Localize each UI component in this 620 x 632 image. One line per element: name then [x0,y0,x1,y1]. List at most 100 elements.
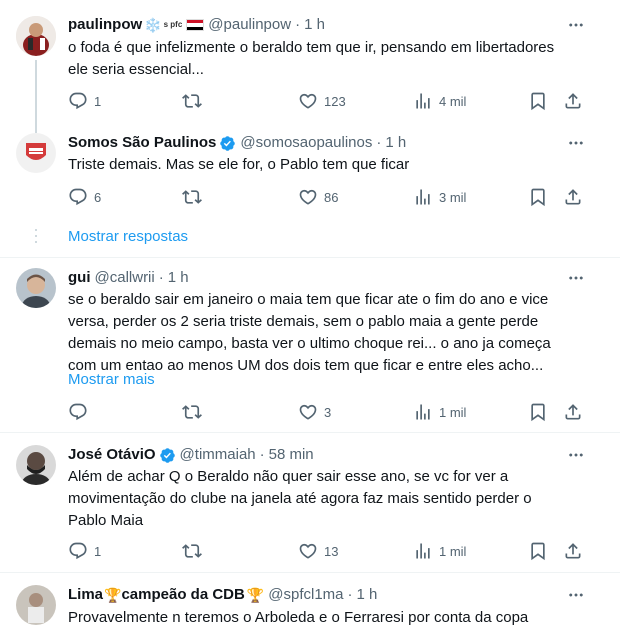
share-icon [563,187,583,207]
like-button[interactable]: 86 [298,185,338,209]
name-suffix: s pfc [163,20,183,29]
bookmark-button[interactable] [528,400,548,424]
views-icon [413,402,433,422]
tweet-actions: 6 86 3 mil [60,185,590,209]
view-count: 1 mil [439,543,467,559]
reply-button[interactable] [68,400,88,424]
tweet-3[interactable]: gui @callwrii · 1 h se o beraldo sair em… [0,258,620,432]
author-name-prefix[interactable]: Lima [68,585,103,605]
bookmark-icon [528,187,548,207]
more-icon[interactable] [566,585,586,605]
tweet-4[interactable]: José OtáviO @timmaiah · 58 min Além de a… [0,433,620,572]
share-button[interactable] [563,89,583,113]
author-name[interactable]: gui [68,268,91,288]
avatar[interactable] [16,16,56,56]
views-icon [413,91,433,111]
reply-count: 1 [94,543,102,559]
trophy-emoji: 🏆 [104,587,122,603]
timestamp[interactable]: 1 h [357,585,378,605]
bookmark-button[interactable] [528,89,548,113]
bookmark-icon [528,402,548,422]
like-icon [298,541,318,561]
like-count: 3 [324,404,332,420]
tweet-text: Além de achar Q o Beraldo não quer sair … [68,468,532,529]
tweet-text: o foda é que infelizmente o beraldo tem … [68,39,555,78]
more-icon[interactable] [566,268,586,288]
author-handle[interactable]: @timmaiah [180,445,256,465]
view-count: 1 mil [439,404,467,420]
like-button[interactable]: 3 [298,400,331,424]
reply-icon [68,187,88,207]
views-button[interactable]: 1 mil [413,400,466,424]
show-more-link[interactable]: Mostrar mais [68,370,155,390]
verified-badge-icon [219,135,236,152]
avatar[interactable] [16,445,56,485]
retweet-icon [182,541,202,561]
views-icon [413,541,433,561]
tweet-actions: 1 13 1 mil [60,539,590,563]
author-name[interactable]: José OtáviO [68,445,156,465]
bookmark-button[interactable] [528,185,548,209]
avatar[interactable] [16,133,56,173]
views-button[interactable]: 3 mil [413,185,466,209]
reply-count: 1 [94,93,102,109]
share-button[interactable] [563,400,583,424]
like-icon [298,402,318,422]
bookmark-button[interactable] [528,539,548,563]
author-handle[interactable]: @callwrii [95,268,155,288]
author-name[interactable]: campeão da CDB [121,585,244,605]
views-button[interactable]: 1 mil [413,539,466,563]
author-handle[interactable]: @spfcl1ma [268,585,343,605]
retweet-icon [182,402,202,422]
verified-badge-icon [159,447,176,464]
like-button[interactable]: 123 [298,89,346,113]
share-button[interactable] [563,185,583,209]
reply-button[interactable]: 6 [68,185,101,209]
retweet-button[interactable] [182,539,202,563]
like-icon [298,187,318,207]
tweet-actions: 1 123 4 mil [60,89,590,113]
reply-count: 6 [94,189,102,205]
thread-dots [34,229,38,247]
like-icon [298,91,318,111]
tweet-5[interactable]: Lima 🏆 campeão da CDB 🏆 @spfcl1ma · 1 h … [0,573,620,632]
separator-dot: · [295,16,301,33]
timestamp[interactable]: 1 h [168,268,189,288]
bookmark-icon [528,91,548,111]
tweet-text: Provavelmente n teremos o Arboleda e o F… [68,609,529,626]
views-icon [413,187,433,207]
tweet-actions: 3 1 mil [60,400,590,424]
more-icon[interactable] [566,133,586,153]
retweet-button[interactable] [182,89,202,113]
timestamp[interactable]: 58 min [269,445,314,465]
like-count: 123 [324,93,346,109]
more-icon[interactable] [566,445,586,465]
trophy-emoji: 🏆 [246,587,265,603]
reply-icon [68,91,88,111]
reply-button[interactable]: 1 [68,89,101,113]
more-icon[interactable] [566,15,586,35]
like-button[interactable]: 13 [298,539,338,563]
tweet-1[interactable]: paulinpow ❄️ s pfc @paulinpow · 1 h o fo… [0,0,620,127]
share-button[interactable] [563,539,583,563]
tweet-2[interactable]: Somos São Paulinos @somosaopaulinos · 1 … [0,127,620,227]
retweet-button[interactable] [182,400,202,424]
author-name[interactable]: Somos São Paulinos [68,133,216,153]
avatar[interactable] [16,585,56,625]
timestamp[interactable]: 1 h [385,133,406,153]
separator-dot: · [347,586,353,603]
views-button[interactable]: 4 mil [413,89,466,113]
separator-dot: · [376,134,382,151]
timestamp[interactable]: 1 h [304,15,325,35]
author-handle[interactable]: @paulinpow [208,15,291,35]
reply-button[interactable]: 1 [68,539,101,563]
share-icon [563,402,583,422]
avatar[interactable] [16,268,56,308]
tweet-text: Triste demais. Mas se ele for, o Pablo t… [68,156,410,173]
show-replies-link[interactable]: Mostrar respostas [68,228,188,245]
author-name[interactable]: paulinpow [68,15,142,35]
tweet-text: se o beraldo sair em janeiro o maia tem … [68,291,551,374]
share-icon [563,541,583,561]
retweet-button[interactable] [182,185,202,209]
author-handle[interactable]: @somosaopaulinos [240,133,372,153]
